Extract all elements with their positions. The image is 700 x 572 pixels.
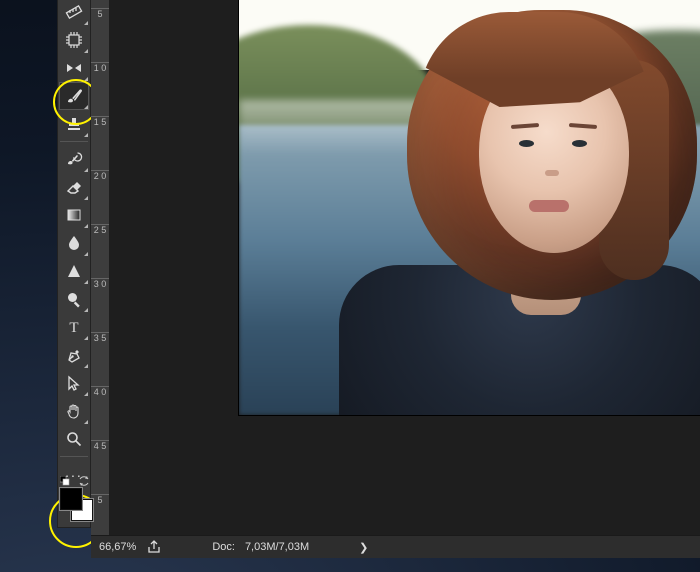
blur-tool[interactable]: [59, 229, 89, 257]
ruler-tick: 3 5: [91, 332, 109, 343]
ruler-tick: 1 0: [91, 62, 109, 73]
ruler-tick: 4 5: [91, 440, 109, 451]
pen-icon: [65, 346, 83, 364]
photoshop-app-window: T ...: [4, 0, 700, 568]
hand-icon: [65, 402, 83, 420]
status-bar: 66,67% Doc: 7,03M/7,03M ❯: [91, 535, 700, 558]
brush-tool[interactable]: [59, 82, 89, 110]
tool-palette: T ...: [57, 0, 91, 528]
type-icon: T: [65, 318, 83, 336]
swap-colors-button[interactable]: [79, 476, 89, 488]
magnifier-solid-icon: [65, 290, 83, 308]
default-colors-button[interactable]: [60, 476, 70, 486]
ruler-tool[interactable]: [59, 0, 89, 26]
doc-size-label: Doc:: [212, 541, 235, 553]
swap-icon: [79, 476, 89, 486]
ruler-icon: [65, 3, 83, 21]
ruler-tick: 5: [91, 8, 109, 19]
gradient-tool[interactable]: [59, 201, 89, 229]
doc-size-value: 7,03M/7,03M: [245, 541, 309, 553]
hand-tool[interactable]: [59, 397, 89, 425]
stamp-icon: [65, 115, 83, 133]
color-swatches: [57, 484, 91, 524]
ruler-tick: 1 5: [91, 116, 109, 127]
vertical-ruler[interactable]: 5 1 0 1 5 2 0 2 5 3 0 3 5 4 0 4 5 5: [91, 0, 110, 536]
pen-tool[interactable]: [59, 341, 89, 369]
ruler-tick: 2 0: [91, 170, 109, 181]
path-selection-tool[interactable]: [59, 369, 89, 397]
eraser-icon: [65, 178, 83, 196]
default-swatch-icon: [60, 476, 70, 486]
arrow-cursor-icon: [65, 374, 83, 392]
ruler-tick: 2 5: [91, 224, 109, 235]
clone-stamp-tool[interactable]: [59, 110, 89, 138]
ruler-tick: 5: [91, 494, 109, 505]
share-button[interactable]: [146, 539, 162, 555]
zoom-tool[interactable]: [59, 285, 89, 313]
type-tool[interactable]: T: [59, 313, 89, 341]
brush-icon: [65, 87, 83, 105]
eraser-tool[interactable]: [59, 173, 89, 201]
ruler-tick: 4 0: [91, 386, 109, 397]
status-expand-button[interactable]: ❯: [359, 541, 368, 554]
history-brush-tool[interactable]: [59, 145, 89, 173]
magnify-tool[interactable]: [59, 425, 89, 453]
canvas-area[interactable]: [109, 0, 700, 536]
history-brush-icon: [65, 150, 83, 168]
dodge-tool[interactable]: [59, 257, 89, 285]
artboard-tool[interactable]: [59, 26, 89, 54]
document-window: 5 1 0 1 5 2 0 2 5 3 0 3 5 4 0 4 5 5: [91, 0, 700, 536]
magnifier-outline-icon: [65, 430, 83, 448]
zoom-level[interactable]: 66,67%: [99, 541, 136, 553]
ruler-tick: 3 0: [91, 278, 109, 289]
svg-text:T: T: [69, 320, 78, 336]
open-image[interactable]: [239, 0, 700, 415]
triangle-icon: [65, 262, 83, 280]
slice-tool[interactable]: [59, 54, 89, 82]
foreground-color-swatch[interactable]: [60, 488, 82, 510]
droplet-icon: [65, 234, 83, 252]
chip-icon: [65, 31, 83, 49]
share-icon: [147, 540, 161, 554]
bowtie-icon: [65, 59, 83, 77]
gradient-icon: [65, 206, 83, 224]
